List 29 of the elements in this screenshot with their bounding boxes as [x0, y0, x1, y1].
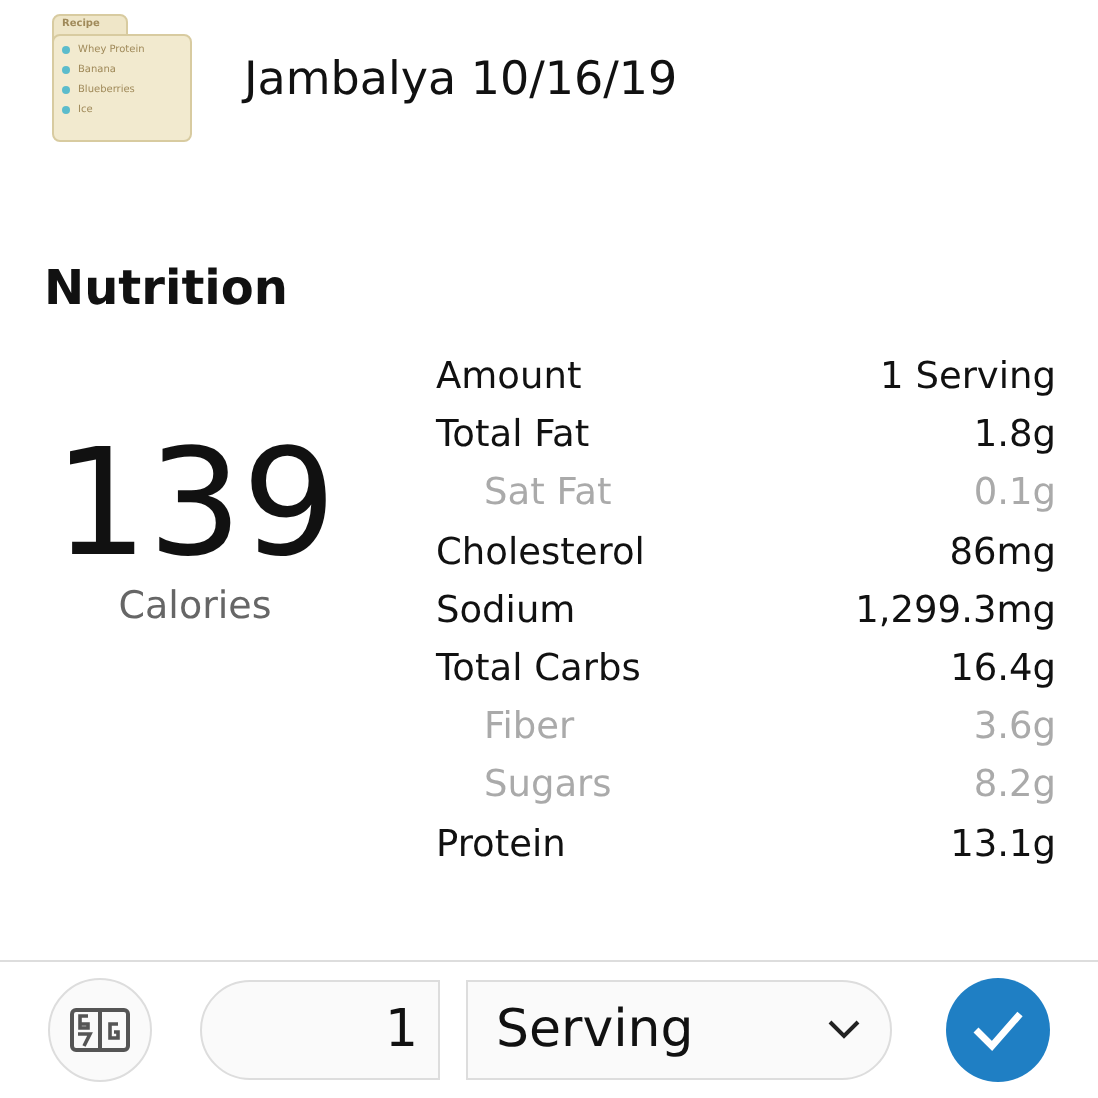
fraction-gram-icon — [70, 1008, 130, 1052]
unit-dropdown[interactable]: Serving — [466, 980, 892, 1080]
amount-value: 1 Serving — [880, 354, 1056, 402]
nutrient-label: Sodium — [436, 587, 576, 636]
section-title: Nutrition — [42, 258, 290, 316]
nutrient-value: 8.2g — [973, 762, 1056, 811]
nutrient-label: Cholesterol — [436, 529, 645, 578]
nutrient-value: 3.6g — [973, 704, 1056, 753]
calories-value: 139 — [53, 424, 337, 584]
nutrient-label: Sat Fat — [482, 470, 612, 519]
nutrient-value: 1,299.3mg — [855, 587, 1056, 636]
nutrient-label: Fiber — [482, 704, 575, 753]
nutrient-value: 1.8g — [973, 412, 1056, 461]
nutrient-label: Sugars — [482, 762, 612, 811]
calories-label: Calories — [118, 584, 272, 628]
confirm-button[interactable] — [946, 978, 1050, 1082]
nutrient-value: 0.1g — [973, 470, 1056, 519]
recipe-title: Jambalya 10/16/19 — [244, 54, 678, 106]
nutrient-label: Protein — [436, 821, 566, 869]
nutrient-label: Total Fat — [436, 412, 590, 461]
nutrient-label: Total Carbs — [436, 645, 641, 694]
nutrient-value: 13.1g — [950, 821, 1056, 869]
nutrient-value: 16.4g — [950, 645, 1056, 694]
checkmark-icon — [970, 1008, 1026, 1052]
quantity-field[interactable]: 1 — [200, 980, 440, 1080]
nutrient-value: 86mg — [949, 529, 1056, 578]
amount-label: Amount — [436, 354, 582, 402]
unit-toggle-button[interactable] — [48, 978, 152, 1082]
chevron-down-icon — [826, 1018, 862, 1042]
